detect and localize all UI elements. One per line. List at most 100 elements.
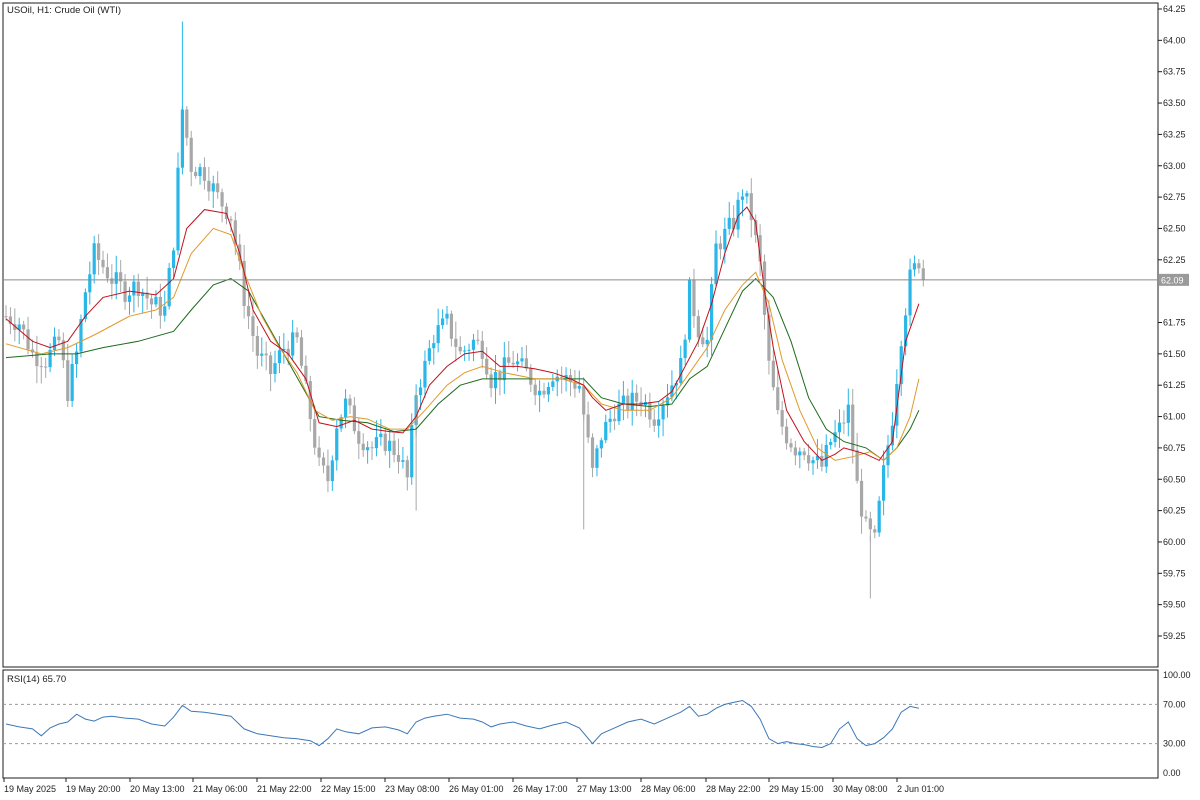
candle-body — [423, 360, 427, 388]
price-tick-label: 61.00 — [1163, 412, 1186, 422]
candle-body — [723, 228, 727, 250]
price-tick-label: 63.75 — [1163, 67, 1186, 77]
time-tick-label: 21 May 06:00 — [193, 784, 248, 794]
candle-body — [299, 337, 304, 366]
candle-body — [793, 447, 797, 456]
candle-body — [784, 426, 789, 444]
price-tick-label: 64.00 — [1163, 35, 1186, 45]
candle-body — [149, 298, 154, 305]
candle-body — [811, 460, 815, 464]
candle-body — [599, 440, 603, 449]
candle-body — [220, 192, 224, 207]
candle-body — [692, 279, 696, 317]
candle-body — [837, 422, 842, 433]
candle-body — [374, 437, 379, 449]
candle-body — [348, 398, 352, 406]
candle-body — [101, 259, 105, 268]
candle-body — [696, 316, 700, 338]
candle-body — [66, 360, 70, 401]
candle-body — [881, 465, 886, 501]
candle-body — [635, 392, 639, 402]
candle-body — [771, 360, 775, 388]
candle-body — [745, 193, 749, 197]
candle-body — [70, 363, 74, 401]
candle-body — [132, 281, 136, 296]
candle-body — [176, 167, 180, 251]
candle-body — [480, 340, 484, 359]
candle-body — [776, 387, 780, 411]
candle-body — [873, 529, 877, 533]
candle-body — [493, 371, 498, 389]
time-tick-label: 21 May 22:00 — [257, 784, 312, 794]
candle-body — [864, 516, 868, 519]
candle-body — [383, 433, 387, 451]
candle-body — [330, 460, 334, 482]
time-tick-label: 27 May 13:00 — [577, 784, 632, 794]
candle-body — [207, 180, 211, 192]
candle-body — [551, 381, 555, 387]
candle-body — [189, 137, 193, 172]
candle-body — [582, 386, 586, 415]
candle-body — [445, 313, 449, 319]
candle-body — [829, 442, 833, 445]
candle-body — [590, 437, 595, 468]
candle-body — [4, 316, 8, 318]
candle-body — [22, 324, 26, 330]
candle-body — [198, 167, 202, 177]
candle-body — [789, 443, 793, 448]
chart-title: USOil, H1: Crude Oil (WTI) — [7, 5, 121, 16]
candle-body — [405, 460, 409, 478]
rsi-label: RSI(14) 65.70 — [7, 674, 66, 685]
candle-body — [458, 346, 462, 352]
candle-body — [868, 518, 872, 530]
candle-body — [877, 500, 881, 533]
candle-body — [661, 405, 665, 420]
candle-body — [467, 349, 471, 351]
rsi-tick-label: 100.00 — [1163, 670, 1191, 680]
time-tick-label: 29 May 15:00 — [769, 784, 824, 794]
time-tick-label: 23 May 08:00 — [385, 784, 440, 794]
candle-body — [714, 243, 718, 285]
price-tick-label: 59.25 — [1163, 631, 1186, 641]
time-tick-label: 22 May 15:00 — [321, 784, 376, 794]
candle-body — [489, 374, 493, 389]
candle-body — [463, 350, 467, 352]
candle — [877, 496, 881, 537]
candle-body — [410, 424, 414, 478]
time-tick-label: 19 May 2025 — [4, 784, 56, 794]
candle-body — [471, 339, 476, 350]
candle-body — [216, 183, 220, 193]
candle-body — [52, 336, 57, 350]
price-tick-label: 60.25 — [1163, 506, 1186, 516]
candle-body — [357, 431, 361, 444]
candle-body — [705, 339, 709, 345]
candle-body — [657, 419, 661, 426]
candle-body — [92, 243, 96, 275]
time-tick-label: 20 May 13:00 — [130, 784, 185, 794]
candle-body — [507, 357, 511, 363]
candle-body — [379, 433, 383, 438]
candle-body — [180, 109, 184, 168]
candle-body — [710, 284, 714, 340]
price-tick-label: 60.50 — [1163, 474, 1186, 484]
candle-body — [326, 465, 330, 482]
candle-body — [542, 390, 546, 395]
candle-body — [154, 296, 158, 305]
candle-body — [820, 455, 824, 467]
candle — [687, 277, 692, 343]
price-tick-label: 63.50 — [1163, 98, 1186, 108]
candle-body — [560, 376, 564, 378]
candle-body — [194, 171, 198, 177]
candle-body — [595, 448, 599, 468]
candle-body — [277, 350, 282, 364]
candle-body — [114, 272, 118, 284]
price-tick-label: 61.75 — [1163, 318, 1186, 328]
candle-body — [97, 243, 101, 260]
candle-body — [370, 447, 374, 449]
price-tick-label: 60.75 — [1163, 443, 1186, 453]
candle-body — [908, 269, 912, 316]
candle-body — [515, 361, 520, 365]
candle-body — [352, 405, 356, 432]
candle-body — [88, 274, 92, 293]
price-panel — [2, 2, 1159, 668]
